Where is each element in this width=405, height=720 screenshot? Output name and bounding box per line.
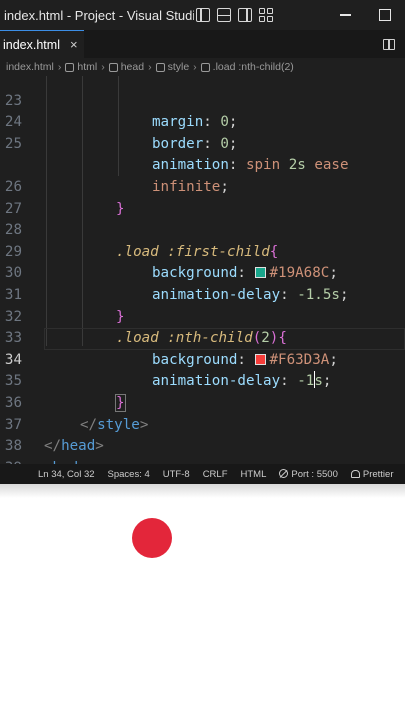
breadcrumb-item-html[interactable]: html	[77, 61, 97, 73]
end-of-line[interactable]: CRLF	[203, 469, 228, 480]
check-icon	[350, 469, 360, 478]
code-line: 38 <body>	[0, 415, 405, 464]
customize-layout-icon[interactable]	[259, 7, 274, 23]
selector-icon	[200, 62, 210, 72]
loader-dot	[132, 518, 172, 558]
code-line: 33 background: #F63D3A;	[0, 307, 405, 368]
code-line: infinite;	[0, 134, 405, 195]
minimize-button[interactable]	[325, 0, 365, 30]
code-line: 25 animation: spin 2s ease	[0, 112, 405, 174]
breadcrumb-item-head[interactable]: head	[121, 61, 144, 73]
tab-index-html[interactable]: index.html ×	[0, 30, 84, 58]
toggle-secondary-sidebar-icon[interactable]	[238, 7, 252, 22]
chevron-right-icon: ›	[193, 61, 197, 73]
encoding[interactable]: UTF-8	[163, 469, 190, 480]
window-controls	[325, 0, 405, 30]
chevron-right-icon: ›	[57, 61, 62, 73]
layout-controls	[196, 7, 274, 23]
breadcrumb-item-file[interactable]: index.html	[6, 61, 54, 73]
code-line: 29 background: #19A68C;	[0, 220, 405, 282]
code-line: 37 </head>	[0, 393, 405, 455]
port-icon	[279, 468, 289, 478]
language-mode[interactable]: HTML	[241, 469, 267, 480]
chevron-right-icon: ›	[148, 61, 152, 73]
breadcrumb-item-style[interactable]: style	[168, 61, 190, 73]
breadcrumb: index.html › html › head › style › .load…	[0, 58, 405, 76]
code-line: 28 .load :first-child{	[0, 199, 405, 260]
prettier-status[interactable]: Prettier	[350, 468, 394, 480]
cursor-position[interactable]: Ln 34, Col 32	[38, 469, 95, 480]
chevron-right-icon: ›	[101, 61, 105, 73]
code-line: 26 }	[0, 155, 405, 217]
toggle-panel-icon[interactable]	[217, 7, 231, 22]
prettier-label: Prettier	[362, 468, 394, 480]
code-line: 24 border: 0;	[0, 91, 405, 152]
code-line: 35 }	[0, 350, 405, 412]
code-line: 23 margin: 0;	[0, 76, 405, 131]
code-editor[interactable]: 23 margin: 0; 24 border: 0; 25 animation…	[0, 76, 405, 464]
code-line-active: 34 animation-delay: -1s;	[0, 328, 405, 390]
title-bar: index.html - Project - Visual Studi...	[0, 0, 405, 30]
element-icon	[155, 62, 165, 72]
status-bar: Ln 34, Col 32 Spaces: 4 UTF-8 CRLF HTML …	[0, 464, 405, 484]
element-icon	[65, 62, 75, 72]
window-title: index.html - Project - Visual Studi...	[4, 7, 194, 23]
browser-preview	[0, 484, 405, 720]
editor-tab-bar: index.html ×	[0, 30, 405, 58]
code-line: 31 }	[0, 263, 405, 325]
element-icon	[108, 62, 118, 72]
split-editor-icon[interactable]	[383, 38, 395, 50]
code-line: 27	[0, 177, 405, 217]
code-line: 36 </style>	[0, 371, 405, 433]
toggle-primary-sidebar-icon[interactable]	[196, 7, 210, 22]
live-server-port[interactable]: Port : 5500	[279, 468, 338, 480]
tab-label: index.html	[3, 37, 60, 52]
code-line: 30 animation-delay: -1.5s;	[0, 242, 405, 303]
code-line: 39 <div class="load">	[0, 436, 405, 464]
code-line: 32 .load :nth-child(2){	[0, 285, 405, 347]
breadcrumb-item-selector[interactable]: .load :nth-child(2)	[213, 61, 294, 73]
port-label: Port : 5500	[291, 468, 338, 480]
indentation[interactable]: Spaces: 4	[108, 469, 150, 480]
close-tab-icon[interactable]: ×	[70, 37, 78, 52]
preview-divider-shadow	[0, 484, 405, 498]
maximize-button[interactable]	[365, 0, 405, 30]
